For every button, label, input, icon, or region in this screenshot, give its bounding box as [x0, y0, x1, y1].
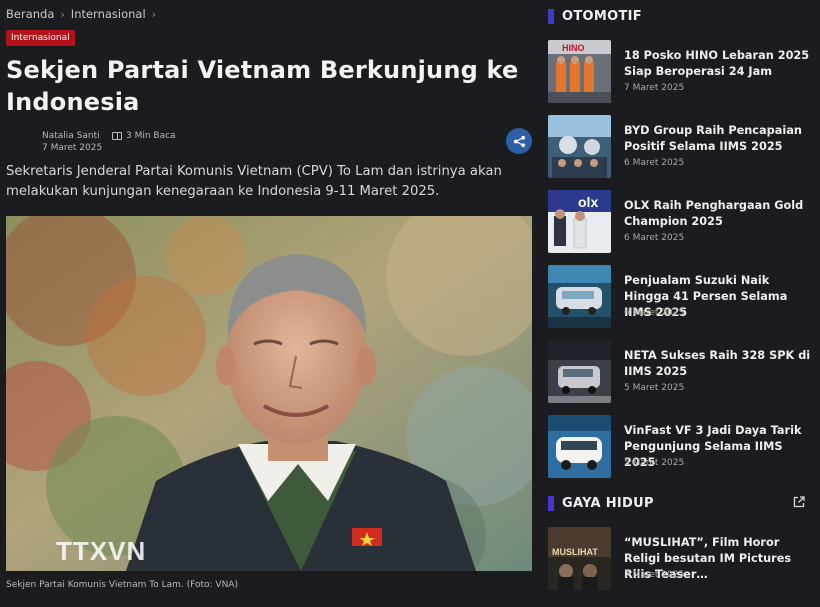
article-thumbnail[interactable]: MUSLIHAT	[548, 527, 611, 590]
sidebar-article-item[interactable]: MUSLIHAT “MUSLIHAT”, Film Horor Religi b…	[548, 527, 810, 591]
sidebar-article-date: 7 Maret 2025	[624, 83, 685, 93]
section-marker	[548, 9, 554, 24]
sidebar-article-item[interactable]: VinFast VF 3 Jadi Daya Tarik Pengunjung …	[548, 415, 810, 479]
article-thumbnail[interactable]	[548, 415, 611, 478]
thumb-logo: olx	[578, 194, 598, 210]
book-icon	[112, 132, 122, 140]
photo-watermark: TTXVN	[56, 536, 146, 566]
article-photo: TTXVN	[6, 216, 532, 571]
sidebar: OTOMOTIF HINO 18 Posko HINO Lebaran 2025…	[548, 0, 820, 607]
sidebar-article-date: 6 Maret 2025	[624, 158, 685, 168]
article-thumbnail[interactable]: olx	[548, 190, 611, 253]
sidebar-article-date: 5 Maret 2025	[624, 383, 685, 393]
article-main: Beranda › Internasional › Internasional …	[6, 0, 534, 607]
article-lead: Sekretaris Jenderal Partai Komunis Vietn…	[6, 164, 502, 199]
section-heading-gaya-hidup[interactable]: GAYA HIDUP	[548, 496, 654, 511]
share-button[interactable]	[506, 128, 532, 154]
sidebar-article-item[interactable]: BYD Group Raih Pencapaian Positif Selama…	[548, 115, 810, 179]
share-icon	[513, 135, 525, 147]
publish-date: 7 Maret 2025	[42, 143, 103, 153]
sidebar-article-item[interactable]: olx OLX Raih Penghargaan Gold Champion 2…	[548, 190, 810, 254]
breadcrumb-category-link[interactable]: Internasional	[71, 7, 146, 21]
sidebar-article-title[interactable]: 18 Posko HINO Lebaran 2025 Siap Beropera…	[624, 48, 812, 80]
sidebar-article-date: 6 Maret 2025	[624, 308, 685, 318]
section-heading-otomotif[interactable]: OTOMOTIF	[548, 9, 642, 24]
article-thumbnail[interactable]	[548, 265, 611, 328]
sidebar-article-item[interactable]: Penjualam Suzuki Naik Hingga 41 Persen S…	[548, 265, 810, 329]
sidebar-article-date: 7 Maret 2025	[624, 570, 685, 580]
sidebar-article-date: 6 Maret 2025	[624, 233, 685, 243]
sidebar-article-title[interactable]: BYD Group Raih Pencapaian Positif Selama…	[624, 123, 812, 155]
sidebar-article-item[interactable]: NETA Sukses Raih 328 SPK di IIMS 2025 5 …	[548, 340, 810, 404]
article-thumbnail[interactable]	[548, 340, 611, 403]
section-title: OTOMOTIF	[562, 9, 642, 24]
section-title: GAYA HIDUP	[562, 496, 654, 511]
section-marker	[548, 496, 554, 511]
author-name[interactable]: Natalia Santi	[42, 131, 100, 141]
external-link-icon[interactable]	[793, 496, 805, 508]
sidebar-article-title[interactable]: NETA Sukses Raih 328 SPK di IIMS 2025	[624, 348, 812, 380]
breadcrumb: Beranda › Internasional ›	[6, 7, 156, 21]
chevron-right-icon: ›	[60, 7, 65, 21]
read-time: 3 Min Baca	[112, 131, 176, 141]
breadcrumb-home-link[interactable]: Beranda	[6, 7, 54, 21]
sidebar-article-title[interactable]: OLX Raih Penghargaan Gold Champion 2025	[624, 198, 812, 230]
sidebar-article-item[interactable]: HINO 18 Posko HINO Lebaran 2025 Siap Ber…	[548, 40, 810, 104]
category-badge[interactable]: Internasional	[6, 30, 75, 46]
photo-caption: Sekjen Partai Komunis Vietnam To Lam. (F…	[6, 580, 238, 590]
article-thumbnail[interactable]: HINO	[548, 40, 611, 103]
article-thumbnail[interactable]	[548, 115, 611, 178]
sidebar-article-date: 5 Maret 2025	[624, 458, 685, 468]
read-time-label: 3 Min Baca	[126, 131, 176, 141]
thumb-logo: HINO	[562, 43, 585, 53]
thumb-title: MUSLIHAT	[552, 547, 598, 557]
article-title: Sekjen Partai Vietnam Berkunjung ke Indo…	[6, 56, 519, 116]
chevron-right-icon: ›	[151, 7, 157, 21]
